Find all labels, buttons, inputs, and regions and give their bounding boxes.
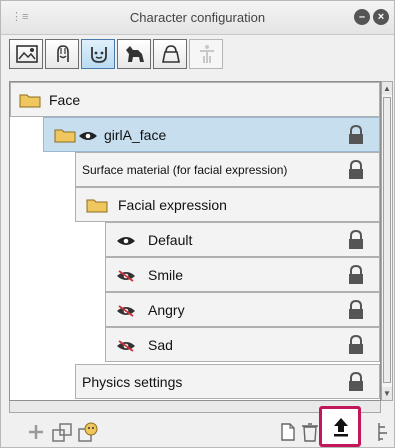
highlighted-upload-button[interactable] xyxy=(319,406,361,447)
settings-icon[interactable] xyxy=(371,421,393,443)
close-icon[interactable]: × xyxy=(373,9,389,25)
tree-item-default[interactable]: Default xyxy=(105,222,380,257)
figure-icon xyxy=(200,45,214,63)
tree-item-angry[interactable]: Angry xyxy=(105,292,380,327)
scroll-up-arrow-icon[interactable]: ▲ xyxy=(382,82,392,95)
lock-icon[interactable] xyxy=(347,160,365,180)
character-configuration-panel: ⋮≡ Character configuration – × Face girl… xyxy=(0,0,395,448)
folder-icon xyxy=(19,94,41,108)
tab-face[interactable] xyxy=(81,39,115,69)
tree-item-face[interactable]: Face xyxy=(10,82,380,117)
layer-tree: Face girlA_face Surface material (for fa… xyxy=(9,81,381,401)
eye-icon[interactable] xyxy=(116,235,136,247)
scrollbar-thumb[interactable] xyxy=(383,97,391,383)
tree-vertical-scrollbar[interactable]: ▲ ▼ xyxy=(381,81,393,401)
folder-icon xyxy=(54,129,76,143)
lock-icon[interactable] xyxy=(347,230,365,250)
tab-bag[interactable] xyxy=(153,39,187,69)
folder-icon xyxy=(86,199,108,213)
panel-titlebar[interactable]: ⋮≡ Character configuration – × xyxy=(1,1,394,35)
tab-hair[interactable] xyxy=(45,39,79,69)
tree-item-sad[interactable]: Sad xyxy=(105,327,380,362)
lock-icon[interactable] xyxy=(347,372,365,392)
eye-icon[interactable] xyxy=(78,130,98,142)
tab-animal[interactable] xyxy=(117,39,151,69)
scroll-down-arrow-icon[interactable]: ▼ xyxy=(382,387,392,400)
tab-image[interactable] xyxy=(9,39,43,69)
tree-item-label: Smile xyxy=(148,267,184,283)
lock-icon[interactable] xyxy=(347,265,365,285)
hair-icon xyxy=(57,45,69,62)
eye-hidden-icon[interactable] xyxy=(116,340,136,352)
tree-item-girla-face[interactable]: girlA_face xyxy=(43,117,380,152)
tree-item-label: Surface material (for facial expression) xyxy=(82,163,288,177)
tree-item-smile[interactable]: Smile xyxy=(105,257,380,292)
tree-item-label: Facial expression xyxy=(118,197,227,213)
tree-item-label: Face xyxy=(49,92,81,108)
eye-hidden-icon[interactable] xyxy=(116,270,136,282)
add-icon[interactable] xyxy=(25,421,47,443)
tree-item-label: Physics settings xyxy=(82,374,183,390)
tree-item-label: Angry xyxy=(148,302,185,318)
trash-icon[interactable] xyxy=(299,421,321,443)
add-expression-icon[interactable] xyxy=(77,421,99,443)
category-tabs xyxy=(9,39,225,69)
eye-hidden-icon[interactable] xyxy=(116,305,136,317)
tree-item-label: Default xyxy=(148,232,193,248)
lock-icon[interactable] xyxy=(347,125,365,145)
animal-icon xyxy=(126,46,144,62)
tree-item-facial-expression[interactable]: Facial expression xyxy=(75,187,380,222)
lock-icon[interactable] xyxy=(347,335,365,355)
upload-icon xyxy=(334,418,348,437)
face-icon xyxy=(91,47,107,63)
tree-item-physics-settings[interactable]: Physics settings xyxy=(75,364,380,399)
tree-item-label: Sad xyxy=(148,337,173,353)
tab-figure xyxy=(189,39,223,69)
tree-item-label: girlA_face xyxy=(104,127,167,143)
bag-icon xyxy=(162,45,180,63)
panel-title: Character configuration xyxy=(129,10,266,25)
new-page-icon[interactable] xyxy=(277,421,299,443)
add-set-icon[interactable] xyxy=(51,421,73,443)
image-icon xyxy=(16,45,38,63)
minimize-icon[interactable]: – xyxy=(354,9,370,25)
tree-item-surface-material[interactable]: Surface material (for facial expression) xyxy=(75,152,380,187)
lock-icon[interactable] xyxy=(347,300,365,320)
